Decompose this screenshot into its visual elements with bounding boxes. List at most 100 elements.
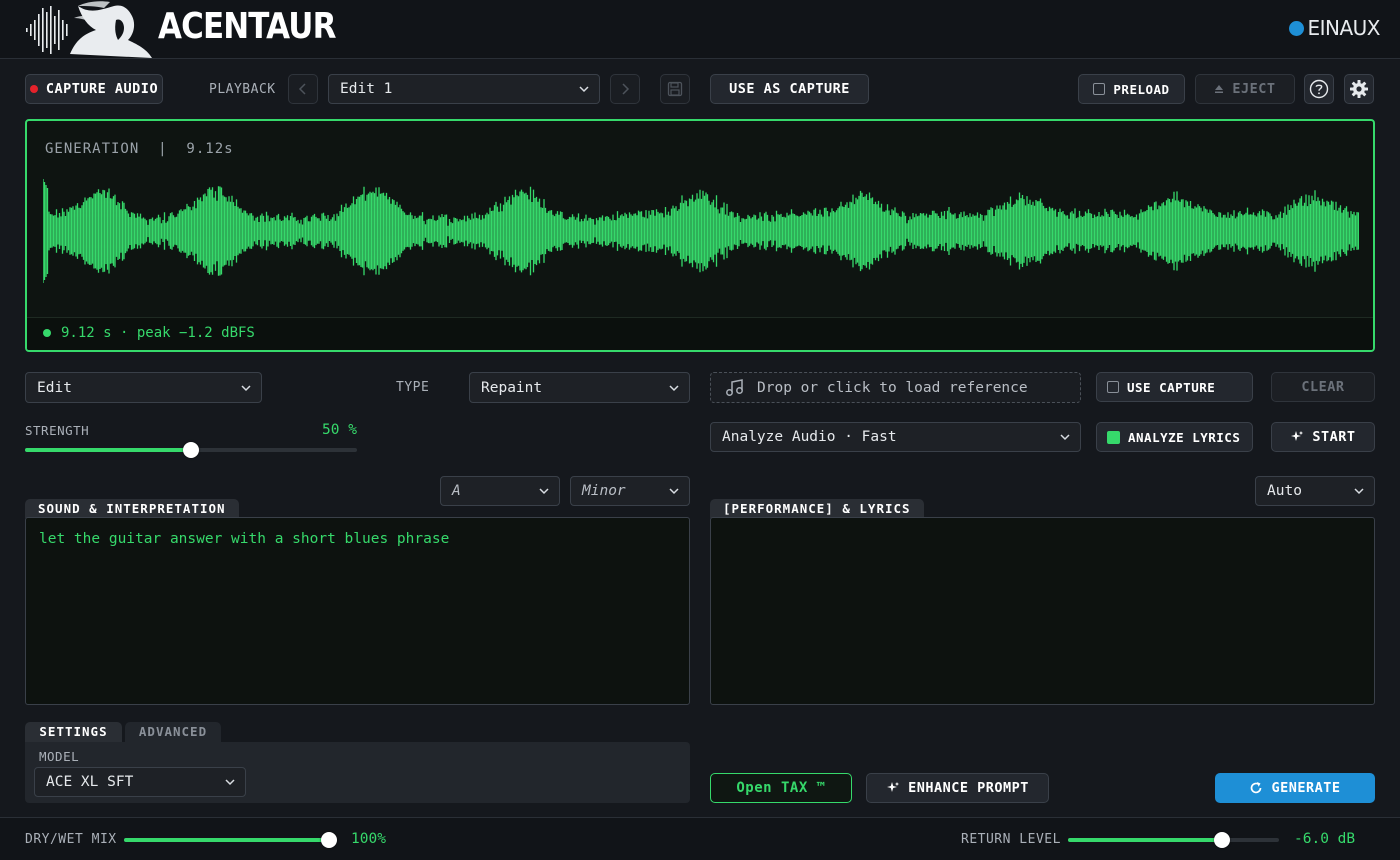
settings-button[interactable] <box>1344 74 1374 104</box>
enhance-prompt-label: ENHANCE PROMPT <box>908 780 1029 796</box>
save-button[interactable] <box>660 74 690 104</box>
waveform-path <box>43 179 1359 283</box>
model-select-value: ACE XL SFT <box>46 774 134 790</box>
return-level-label: RETURN LEVEL <box>961 832 1061 847</box>
model-select[interactable]: ACE XL SFT <box>34 767 246 797</box>
waveform-display[interactable] <box>43 173 1359 289</box>
edit-select-value: Edit 1 <box>340 81 393 97</box>
app-header: ACENTAUR EINAUX <box>0 0 1400 59</box>
tab-advanced[interactable]: ADVANCED <box>125 722 221 742</box>
use-capture-label: USE CAPTURE <box>1127 379 1216 395</box>
sparkle-icon <box>1291 431 1304 441</box>
drywet-label: DRY/WET MIX <box>25 832 117 847</box>
lyrics-textarea[interactable] <box>710 517 1375 705</box>
waveform-panel[interactable]: GENERATION | 9.12s 9.12 s · peak −1.2 dB… <box>25 119 1375 352</box>
reference-dropzone[interactable]: Drop or click to load reference <box>710 372 1081 403</box>
type-label: TYPE <box>396 380 430 395</box>
open-tax-button[interactable]: Open TAX ™ <box>710 773 852 803</box>
return-level-value: -6.0 dB <box>1294 831 1356 847</box>
return-level-slider[interactable] <box>1068 832 1279 848</box>
type-select-value: Repaint <box>481 379 543 396</box>
brand-name: ACENTAUR <box>158 6 336 47</box>
strength-value: 50 % <box>322 422 357 438</box>
preload-checkbox[interactable] <box>1093 83 1106 95</box>
sound-prompt-text: let the guitar answer with a short blues… <box>39 531 450 547</box>
start-label: START <box>1312 429 1356 445</box>
record-icon <box>29 85 38 93</box>
tab-settings[interactable]: SETTINGS <box>25 722 122 742</box>
playback-label: PLAYBACK <box>209 82 276 97</box>
sound-interpretation-tab: SOUND & INTERPRETATION <box>25 499 239 518</box>
model-label: MODEL <box>39 749 80 764</box>
analyze-mode-value: Analyze Audio · Fast <box>722 429 897 445</box>
strength-label: STRENGTH <box>25 423 90 438</box>
waveform-stats: 9.12 s · peak −1.2 dBFS <box>61 325 255 341</box>
strength-slider-fill <box>25 448 191 452</box>
return-level-slider-fill <box>1068 838 1223 842</box>
preload-label: PRELOAD <box>1113 81 1170 97</box>
use-capture-checkbox[interactable] <box>1107 381 1119 393</box>
chevron-right-icon <box>622 83 630 95</box>
scale-select[interactable]: Minor <box>570 476 690 506</box>
mode-select[interactable]: Edit <box>25 372 262 403</box>
strength-slider[interactable] <box>25 442 357 458</box>
analyze-lyrics-label: ANALYZE LYRICS <box>1128 429 1241 445</box>
chevron-down-icon <box>669 488 679 495</box>
drywet-slider-fill <box>124 838 329 842</box>
key-select[interactable]: A <box>440 476 560 506</box>
eject-button[interactable]: EJECT <box>1195 74 1295 104</box>
clear-button[interactable]: CLEAR <box>1271 372 1375 402</box>
use-as-capture-button[interactable]: USE AS CAPTURE <box>710 74 869 104</box>
waveform-footer: 9.12 s · peak −1.2 dBFS <box>27 317 1373 350</box>
mode-select-value: Edit <box>37 379 72 396</box>
centaur-logo-icon <box>26 1 152 58</box>
language-select-value: Auto <box>1267 483 1302 499</box>
chevron-down-icon <box>539 488 549 495</box>
company-name: EINAUX <box>1307 16 1380 40</box>
music-note-icon <box>726 378 743 396</box>
chevron-down-icon <box>1354 488 1364 495</box>
strength-slider-handle[interactable] <box>183 442 199 458</box>
drywet-slider[interactable] <box>124 832 337 848</box>
language-select[interactable]: Auto <box>1255 476 1375 506</box>
chevron-down-icon <box>1060 434 1070 441</box>
chevron-down-icon <box>579 86 589 93</box>
generation-title: GENERATION | 9.12s <box>45 141 234 157</box>
key-select-value: A <box>452 483 461 499</box>
analyze-mode-select[interactable]: Analyze Audio · Fast <box>710 422 1081 452</box>
sparkle-icon <box>887 782 900 792</box>
enhance-prompt-button[interactable]: ENHANCE PROMPT <box>866 773 1049 803</box>
eject-label: EJECT <box>1232 81 1276 97</box>
drywet-slider-handle[interactable] <box>321 832 337 848</box>
edit-select[interactable]: Edit 1 <box>328 74 600 104</box>
help-button[interactable] <box>1304 74 1334 104</box>
generate-button[interactable]: GENERATE <box>1215 773 1375 803</box>
type-select[interactable]: Repaint <box>469 372 690 403</box>
settings-panel: MODEL ACE XL SFT <box>25 742 690 803</box>
return-level-slider-handle[interactable] <box>1214 832 1231 848</box>
use-capture-toggle[interactable]: USE CAPTURE <box>1096 372 1253 402</box>
chevron-down-icon <box>669 384 679 391</box>
eject-icon <box>1215 85 1224 93</box>
chevron-down-icon <box>241 384 251 391</box>
analyze-lyrics-checkbox[interactable] <box>1107 430 1120 444</box>
gear-icon <box>1350 80 1368 98</box>
scale-select-value: Minor <box>582 483 626 499</box>
next-edit-button[interactable] <box>610 74 640 104</box>
chevron-down-icon <box>225 779 235 786</box>
refresh-icon <box>1251 782 1262 794</box>
generate-label: GENERATE <box>1271 780 1341 796</box>
capture-audio-label: CAPTURE AUDIO <box>45 81 159 97</box>
bottom-bar: DRY/WET MIX 100% RETURN LEVEL -6.0 dB <box>0 817 1400 860</box>
capture-audio-button[interactable]: CAPTURE AUDIO <box>25 74 163 104</box>
sound-interpretation-textarea[interactable]: let the guitar answer with a short blues… <box>25 517 690 705</box>
analyze-lyrics-toggle[interactable]: ANALYZE LYRICS <box>1096 422 1253 452</box>
company-dot-icon <box>1289 20 1305 36</box>
start-button[interactable]: START <box>1271 422 1375 452</box>
company-logo: EINAUX <box>1289 16 1380 40</box>
help-icon <box>1309 79 1329 99</box>
prev-edit-button[interactable] <box>288 74 318 104</box>
drywet-value: 100% <box>351 831 386 847</box>
preload-toggle[interactable]: PRELOAD <box>1078 74 1185 104</box>
save-icon <box>667 81 683 97</box>
